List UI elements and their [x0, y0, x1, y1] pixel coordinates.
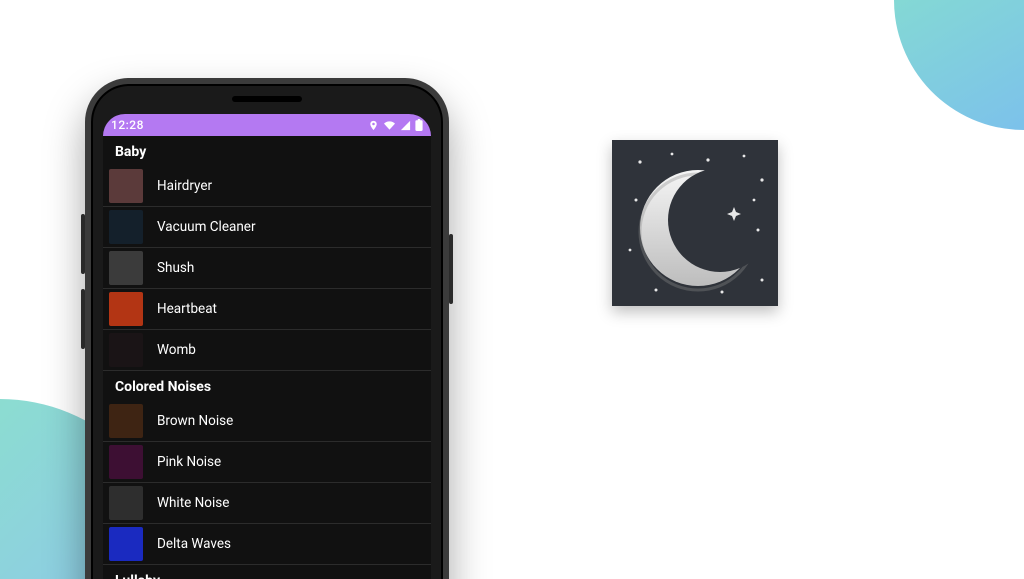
- list-item[interactable]: Pink Noise: [103, 442, 431, 483]
- signal-icon: [400, 120, 411, 131]
- list-item[interactable]: Womb: [103, 330, 431, 371]
- list-item-label: Delta Waves: [157, 536, 421, 552]
- list-item-label: Pink Noise: [157, 454, 421, 470]
- list-item-label: Shush: [157, 260, 421, 276]
- list-item-label: Brown Noise: [157, 413, 421, 429]
- list-item-label: Vacuum Cleaner: [157, 219, 421, 235]
- list-item-thumbnail: [109, 292, 143, 326]
- sound-list[interactable]: Baby Hairdryer Vacuum Cleaner Shush Heartbea…: [103, 136, 431, 579]
- list-item-thumbnail: [109, 445, 143, 479]
- section-header: Lullaby: [103, 565, 431, 579]
- list-item[interactable]: White Noise: [103, 483, 431, 524]
- battery-icon: [415, 119, 423, 131]
- list-item[interactable]: Shush: [103, 248, 431, 289]
- phone-frame: 12:28 Baby Hairdryer Vacuum Cleaner Shush He…: [85, 78, 449, 579]
- phone-screen: 12:28 Baby Hairdryer Vacuum Cleaner Shush He…: [103, 114, 431, 579]
- list-item-thumbnail: [109, 404, 143, 438]
- phone-speaker: [232, 96, 302, 102]
- list-item-thumbnail: [109, 169, 143, 203]
- section-header: Colored Noises: [103, 371, 431, 401]
- list-item-thumbnail: [109, 486, 143, 520]
- list-item-label: Hairdryer: [157, 178, 421, 194]
- list-item[interactable]: Hairdryer: [103, 166, 431, 207]
- list-item[interactable]: Delta Waves: [103, 524, 431, 565]
- list-item[interactable]: Vacuum Cleaner: [103, 207, 431, 248]
- list-item-label: White Noise: [157, 495, 421, 511]
- status-bar: 12:28: [103, 114, 431, 136]
- list-item-thumbnail: [109, 251, 143, 285]
- crescent-moon-icon: [612, 140, 778, 306]
- list-item[interactable]: Brown Noise: [103, 401, 431, 442]
- list-item-thumbnail: [109, 527, 143, 561]
- app-icon: [612, 140, 778, 306]
- decorative-blob-top-right: [865, 0, 1024, 159]
- list-item[interactable]: Heartbeat: [103, 289, 431, 330]
- list-item-thumbnail: [109, 210, 143, 244]
- status-time: 12:28: [111, 118, 144, 132]
- section-header: Baby: [103, 136, 431, 166]
- list-item-thumbnail: [109, 333, 143, 367]
- list-item-label: Heartbeat: [157, 301, 421, 317]
- location-icon: [368, 120, 379, 131]
- wifi-icon: [383, 120, 396, 131]
- list-item-label: Womb: [157, 342, 421, 358]
